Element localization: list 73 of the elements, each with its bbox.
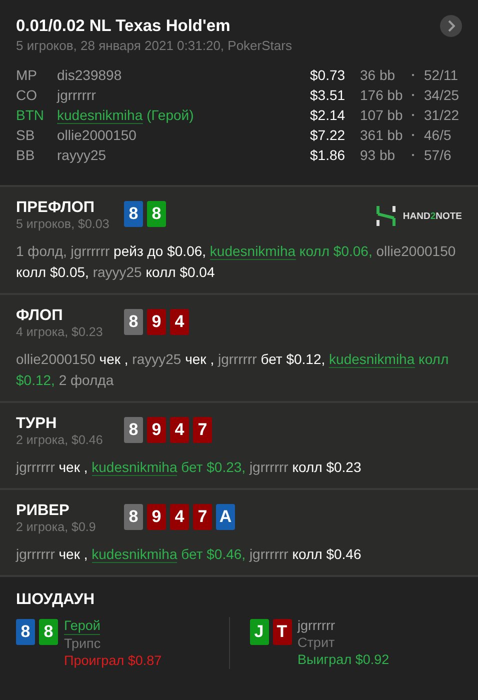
player-stats: 57/6: [424, 147, 452, 163]
street-title: ПРЕФЛОП: [16, 199, 96, 217]
hand-rank: Трипс: [64, 635, 101, 652]
player-stats: 34/25: [424, 87, 460, 103]
hand-rank: Стрит: [298, 634, 335, 651]
player-name: ollie2000150: [57, 127, 136, 143]
player-bb: 361 bb: [360, 127, 404, 143]
player-bb: 107 bb: [360, 107, 404, 123]
street-title: РИВЕР: [16, 502, 70, 520]
player-link[interactable]: kudesnikmiha: [92, 459, 178, 476]
player-stats: 52/11: [424, 67, 459, 83]
playing-card: 7: [193, 504, 212, 530]
playing-card: 8: [124, 417, 143, 443]
player-position: BTN: [16, 107, 45, 123]
player-stack: $0.73: [310, 67, 346, 83]
next-button[interactable]: [440, 15, 462, 37]
player-stack: $2.14: [310, 107, 346, 123]
playing-card: 8: [124, 201, 143, 227]
player-link[interactable]: kudesnikmiha: [329, 351, 415, 368]
player-stack: $1.86: [310, 147, 346, 163]
action-log: jgrrrrrr чек , kudesnikmiha бет $0.23, jgrrrrrr колл $0.23: [16, 458, 362, 478]
player-link[interactable]: kudesnikmiha: [57, 106, 143, 124]
playing-card: T: [272, 619, 292, 645]
player-name: jgrrrrrr: [57, 87, 96, 103]
player-name: rayyy25: [57, 147, 106, 163]
player-bb: 36 bb: [360, 67, 396, 83]
street-info: 2 игрока, $0.9: [16, 520, 97, 534]
hand-title: 0.01/0.02 NL Texas Hold'em: [16, 17, 232, 36]
player-link[interactable]: Герой: [64, 617, 100, 635]
chevron-right-icon: [447, 20, 455, 32]
playing-card: 9: [147, 417, 166, 443]
playing-card: 4: [170, 309, 189, 335]
playing-card: 8: [16, 619, 35, 645]
player-link[interactable]: kudesnikmiha: [92, 546, 178, 563]
player-position: SB: [16, 127, 36, 143]
player-name: dis239898: [57, 67, 122, 83]
playing-card: J: [250, 619, 268, 645]
player-position: CO: [16, 87, 38, 103]
street-title: ТУРН: [16, 415, 58, 433]
playing-card: 4: [170, 417, 189, 443]
player-position: BB: [16, 147, 36, 163]
player-stack: $7.22: [310, 127, 346, 143]
playing-card: 8: [124, 504, 143, 530]
action-log: ollie2000150 чек , rayyy25 чек , jgrrrrrr бет $0.12, kudesnikmiha колл $0.12, 2 фолда: [16, 350, 450, 390]
player-bb: 93 bb: [360, 147, 396, 163]
hand-result: Проиграл $0.87: [64, 652, 162, 669]
playing-card: 7: [193, 417, 212, 443]
player-stack: $3.51: [310, 87, 346, 103]
playing-card: 8: [124, 309, 143, 335]
playing-card: 8: [147, 201, 166, 227]
player-stats: 46/5: [424, 127, 452, 143]
player-name: jgrrrrrr: [298, 617, 335, 634]
action-log: 1 фолд, jgrrrrrr рейз до $0.06, kudesnikmiha колл $0.06, ollie2000150 колл $0.05, rayyy25 колл $0.04: [16, 242, 457, 282]
playing-card: 4: [170, 504, 189, 530]
playing-card: A: [216, 504, 235, 530]
street-info: 2 игрока, $0.46: [16, 433, 104, 447]
logo-icon: [374, 205, 397, 227]
player-position: MP: [16, 67, 38, 83]
street-info: 5 игроков, $0.03: [16, 217, 110, 231]
hand-result: Выиграл $0.92: [298, 651, 390, 668]
hand-subtitle: 5 игроков, 28 января 2021 0:31:20, PokerStars: [16, 38, 292, 53]
hero-tag: (Герой): [146, 106, 194, 124]
street-title: ФЛОП: [16, 307, 64, 325]
street-info: 4 игрока, $0.23: [16, 325, 104, 339]
logo-text: HAND2NOTE: [402, 210, 462, 222]
playing-card: 8: [39, 619, 58, 645]
playing-card: 9: [147, 309, 166, 335]
player-stats: 31/22: [424, 107, 460, 123]
player-bb: 176 bb: [360, 87, 404, 103]
action-log: jgrrrrrr чек , kudesnikmiha бет $0.46, jgrrrrrr колл $0.46: [16, 545, 362, 565]
playing-card: 9: [147, 504, 166, 530]
player-link[interactable]: kudesnikmiha: [210, 243, 296, 260]
showdown-title: ШОУДАУН: [16, 591, 96, 609]
